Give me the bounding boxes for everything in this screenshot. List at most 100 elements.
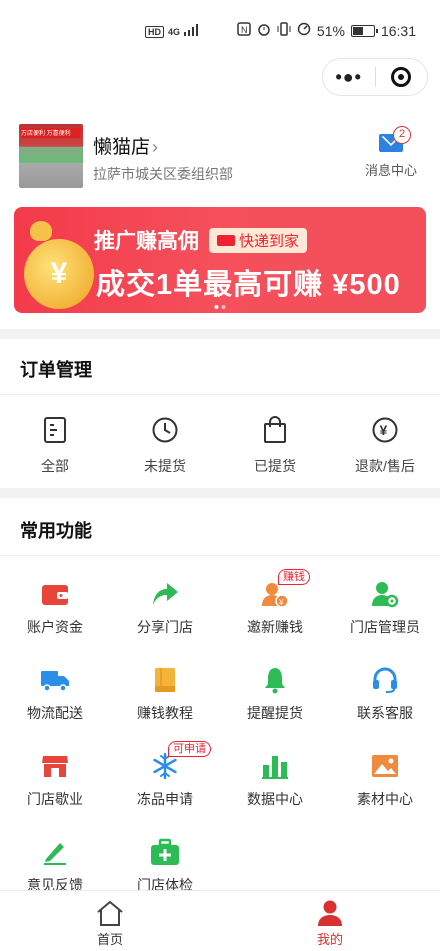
section-divider — [0, 488, 440, 498]
headset-icon — [330, 665, 440, 695]
order-all-button[interactable]: 全部 — [0, 410, 110, 476]
order-picked-button[interactable]: 已提货 — [220, 410, 330, 476]
vibrate-icon — [277, 22, 291, 39]
battery-icon — [350, 24, 378, 37]
svg-text:¥: ¥ — [278, 598, 284, 607]
book-icon — [110, 665, 220, 695]
status-bar: HD 4G N 51% 16:31 — [0, 0, 440, 60]
store-icon — [0, 751, 110, 781]
earn-tutorial-button[interactable]: 赚钱教程 — [110, 663, 220, 749]
carousel-indicator — [214, 305, 226, 309]
store-name: 懒猫店 — [93, 137, 151, 158]
store-header: 万店便利 万喜便利 懒猫店 › 拉萨市城关区委组织部 2 消息中心 — [19, 124, 421, 190]
promo-banner[interactable]: ¥ 推广赚高佣 快递到家 成交1单最高可赚 ¥500 — [14, 207, 426, 313]
home-icon — [0, 897, 220, 929]
frozen-apply-button[interactable]: 可申请 冻品申请 — [110, 741, 220, 835]
yen-circle-icon: ¥ — [330, 414, 440, 446]
function-label: 数据中心 — [247, 791, 303, 807]
money-bag-icon — [30, 221, 52, 241]
material-center-button[interactable]: 素材中心 — [330, 749, 440, 835]
function-label: 邀新赚钱 — [247, 619, 303, 635]
function-label: 账户资金 — [27, 619, 83, 635]
user-icon — [220, 897, 440, 929]
share-store-button[interactable]: 分享门店 — [110, 577, 220, 663]
pickup-reminder-button[interactable]: 提醒提货 — [220, 663, 330, 749]
bell-icon — [220, 665, 330, 695]
data-center-button[interactable]: 数据中心 — [220, 749, 330, 835]
divider-line — [0, 394, 440, 395]
more-dots-icon[interactable]: •●• — [323, 67, 375, 88]
message-center-button[interactable]: 2 消息中心 — [361, 126, 421, 179]
close-program-button[interactable] — [375, 67, 427, 87]
truck-icon — [217, 234, 235, 246]
divider-line — [0, 555, 440, 556]
order-unpicked-button[interactable]: 未提货 — [110, 410, 220, 476]
status-bar-right: N 51% 16:31 — [237, 22, 416, 39]
svg-text:¥: ¥ — [380, 422, 388, 438]
customer-service-button[interactable]: 联系客服 — [330, 663, 440, 749]
mini-program-capsule: •●• — [322, 58, 428, 96]
function-label: 冻品申请 — [137, 791, 193, 807]
coin-icon: ¥ — [24, 239, 94, 309]
svg-text:N: N — [241, 25, 248, 35]
function-label: 门店歇业 — [27, 791, 83, 807]
store-closure-button[interactable]: 门店歇业 — [0, 749, 110, 835]
tab-mine[interactable]: 我的 — [220, 891, 440, 951]
order-refund-label: 退款/售后 — [355, 458, 415, 474]
invite-earn-button[interactable]: 赚钱 ¥ 邀新赚钱 — [220, 569, 330, 663]
tab-home-label: 首页 — [96, 932, 123, 947]
functions-row: 账户资金 分享门店 赚钱 ¥ 邀新赚钱 门店管理员 — [0, 569, 440, 663]
order-management-row: 全部 未提货 已提货 ¥ 退款/售后 — [0, 410, 440, 476]
tab-mine-label: 我的 — [316, 932, 343, 947]
banner-headline: 成交1单最高可赚 ¥500 — [96, 269, 401, 301]
share-icon — [110, 579, 220, 609]
store-name-link[interactable]: 懒猫店 › — [93, 132, 158, 159]
order-all-label: 全部 — [41, 458, 69, 474]
store-photo-sign: 万店便利 万喜便利 — [21, 128, 81, 138]
banner-tag-promote: 推广赚高佣 — [94, 230, 199, 253]
section-divider — [0, 329, 440, 339]
alarm-icon — [257, 22, 271, 39]
banner-tags: 推广赚高佣 快递到家 — [94, 225, 308, 255]
hd-badge: HD — [145, 25, 164, 38]
banner-tag-delivery-label: 快递到家 — [239, 232, 300, 250]
function-label: 赚钱教程 — [137, 705, 193, 721]
clock-icon — [110, 414, 220, 446]
battery-percent: 51% — [316, 22, 345, 39]
message-count-badge: 2 — [393, 126, 411, 144]
functions-grid: 账户资金 分享门店 赚钱 ¥ 邀新赚钱 门店管理员 物流配送 赚钱教程 提醒提货 — [0, 569, 440, 921]
target-icon — [391, 67, 412, 87]
signal-label: 4G — [168, 26, 181, 37]
nfc-icon: N — [237, 22, 251, 39]
edit-icon — [0, 837, 110, 867]
function-label: 素材中心 — [357, 791, 413, 807]
function-label: 联系客服 — [357, 705, 413, 721]
bar-chart-icon — [220, 751, 330, 781]
admin-icon — [330, 579, 440, 609]
order-picked-label: 已提货 — [254, 458, 296, 474]
tab-bar: 首页 我的 — [0, 890, 440, 951]
account-funds-button[interactable]: 账户资金 — [0, 577, 110, 663]
status-bar-left: HD 4G — [145, 24, 200, 39]
functions-title: 常用功能 — [20, 521, 92, 541]
function-label: 门店管理员 — [350, 619, 420, 635]
wallet-icon — [0, 579, 110, 609]
medkit-icon — [110, 837, 220, 867]
signal-icon — [184, 24, 200, 39]
functions-row: 物流配送 赚钱教程 提醒提货 联系客服 — [0, 663, 440, 749]
orders-title: 订单管理 — [20, 360, 92, 380]
carousel-dot — [221, 305, 226, 309]
truck-icon — [0, 665, 110, 695]
invite-icon: ¥ — [220, 579, 330, 609]
tab-home[interactable]: 首页 — [0, 891, 220, 951]
logistics-button[interactable]: 物流配送 — [0, 663, 110, 749]
store-photo[interactable]: 万店便利 万喜便利 — [19, 124, 83, 188]
earn-tag: 赚钱 — [278, 569, 310, 585]
order-refund-button[interactable]: ¥ 退款/售后 — [330, 410, 440, 476]
function-label: 物流配送 — [27, 705, 83, 721]
bag-icon — [220, 414, 330, 446]
function-label: 分享门店 — [137, 619, 193, 635]
speed-icon — [297, 22, 311, 39]
image-icon — [330, 751, 440, 781]
store-admin-button[interactable]: 门店管理员 — [330, 577, 440, 663]
